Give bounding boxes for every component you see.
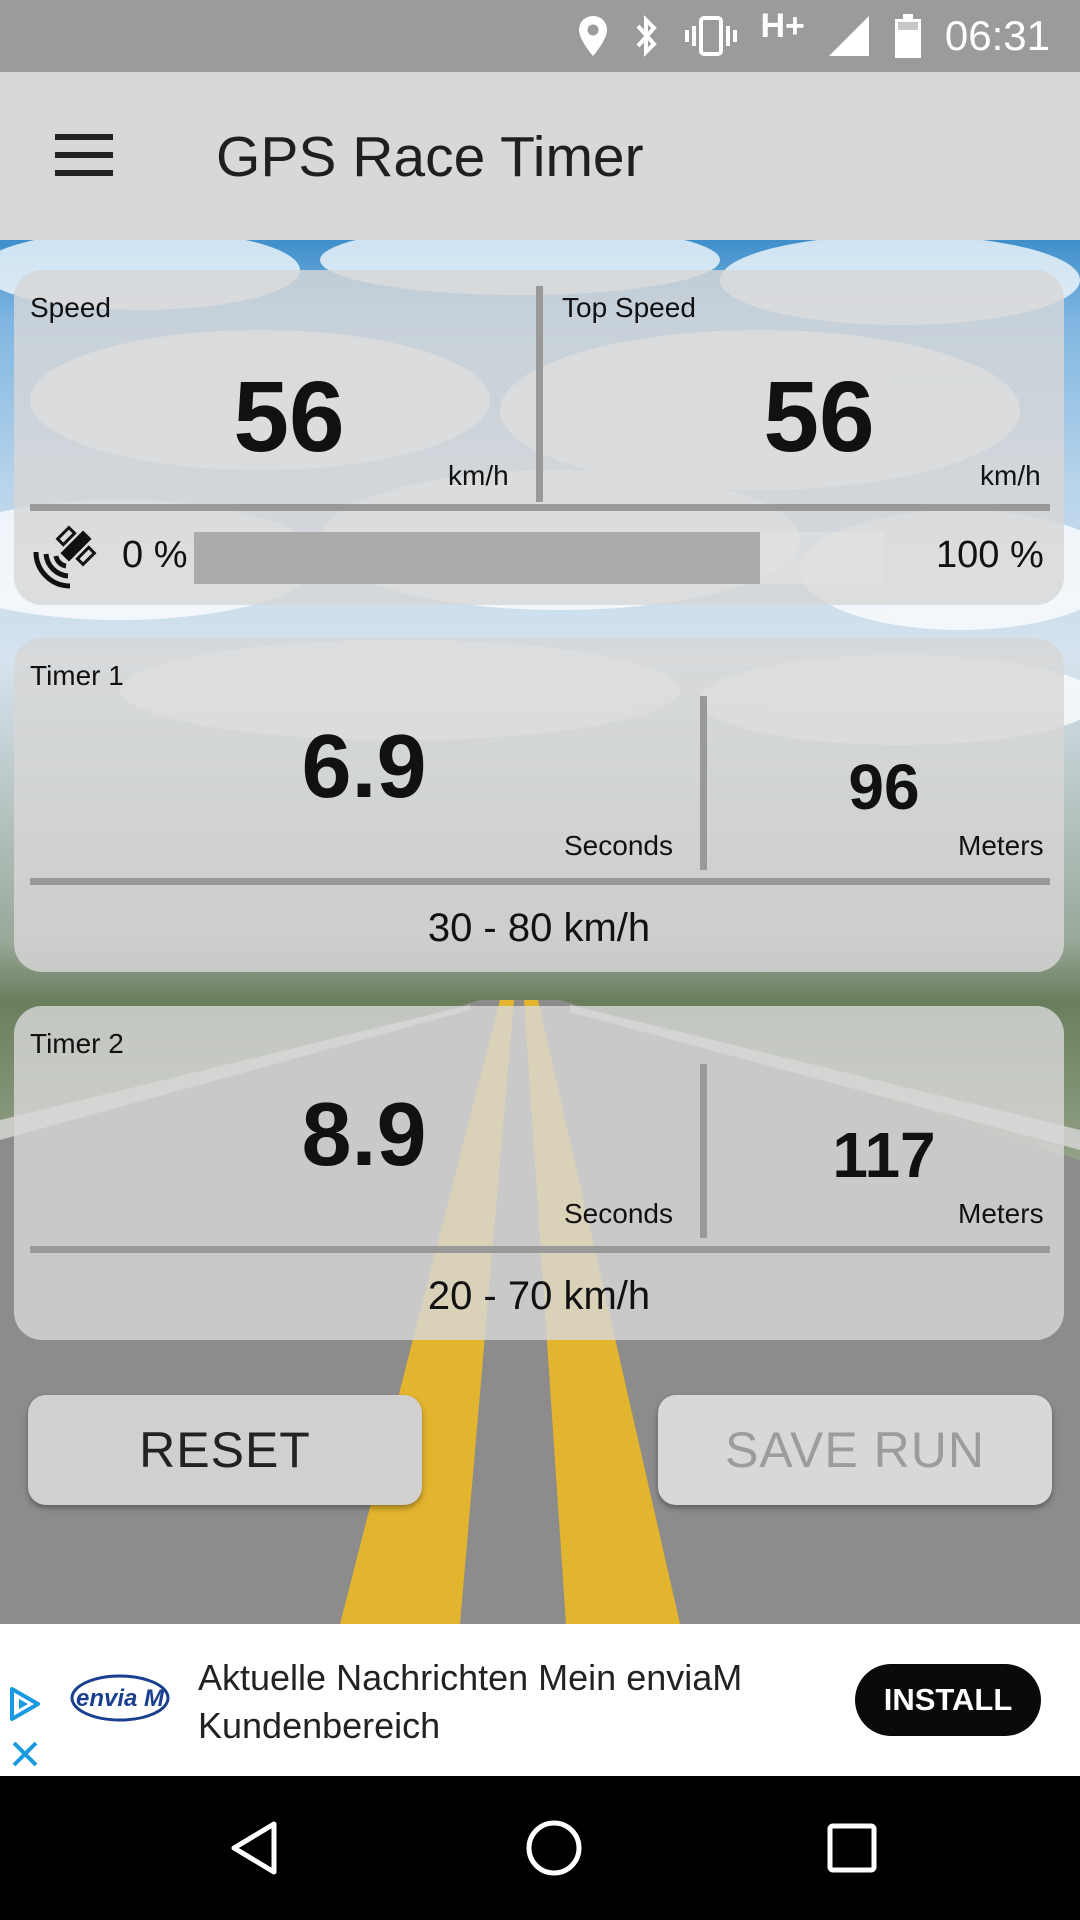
timer2-seconds-unit: Seconds xyxy=(564,1198,673,1229)
timer1-hdivider xyxy=(30,878,1050,885)
speed-unit: km/h xyxy=(448,460,509,491)
gps-accuracy-fill xyxy=(194,532,760,584)
back-icon[interactable] xyxy=(226,1818,286,1878)
speed-value: 56 xyxy=(233,361,345,473)
clock: 06:31 xyxy=(944,12,1050,59)
battery-icon xyxy=(894,14,921,58)
menu-icon[interactable] xyxy=(55,134,113,176)
gps-min-label: 0 % xyxy=(122,534,188,576)
timer2-meters-unit: Meters xyxy=(958,1198,1044,1229)
gps-accuracy-bar xyxy=(194,532,884,584)
speed-card: Speed 56 km/h Top Speed 56 km/h 0 % 100 … xyxy=(14,270,1064,605)
timer1-range: 30 - 80 km/h xyxy=(427,906,651,950)
timer2-range: 20 - 70 km/h xyxy=(427,1274,651,1318)
speed-label: Speed xyxy=(30,292,111,323)
timer1-divider xyxy=(700,696,707,870)
reset-button[interactable]: RESET xyxy=(28,1395,422,1505)
satellite-icon xyxy=(33,525,97,589)
status-bar: H+ 06:31 xyxy=(0,0,1080,72)
top-speed-value: 56 xyxy=(763,361,875,473)
bluetooth-icon xyxy=(636,15,658,57)
timer2-seconds-value: 8.9 xyxy=(301,1085,427,1185)
advertiser-logo: envia M xyxy=(70,1670,170,1726)
ad-banner[interactable]: envia M Aktuelle Nachrichten Mein enviaM… xyxy=(0,1624,1080,1776)
ad-text: Aktuelle Nachrichten Mein enviaM Kundenb… xyxy=(198,1657,743,1746)
top-speed-unit: km/h xyxy=(980,460,1041,491)
advertiser-logo-text: envia M xyxy=(76,1685,165,1712)
recents-icon[interactable] xyxy=(822,1818,882,1878)
app-bar: GPS Race Timer xyxy=(0,72,1080,240)
speed-divider xyxy=(536,286,543,502)
network-type: H+ xyxy=(760,6,805,45)
timer1-label: Timer 1 xyxy=(30,660,124,691)
close-icon[interactable] xyxy=(10,1739,40,1769)
navigation-bar xyxy=(0,1776,1080,1920)
timer2-label: Timer 2 xyxy=(30,1028,124,1059)
timer2-hdivider xyxy=(30,1246,1050,1253)
gps-max-label: 100 % xyxy=(936,534,1044,576)
timer2-meters-value: 117 xyxy=(832,1119,936,1191)
timer2-card: Timer 2 8.9 Seconds 117 Meters 20 - 70 k… xyxy=(14,1006,1064,1340)
speed-hdivider xyxy=(30,504,1050,511)
timer2-divider xyxy=(700,1064,707,1238)
top-speed-label: Top Speed xyxy=(562,292,696,323)
install-button[interactable]: INSTALL xyxy=(855,1664,1041,1736)
home-icon[interactable] xyxy=(524,1818,584,1878)
timer1-seconds-unit: Seconds xyxy=(564,830,673,861)
vibrate-icon xyxy=(685,16,738,56)
timer1-seconds-value: 6.9 xyxy=(301,717,427,817)
timer1-card: Timer 1 6.9 Seconds 96 Meters 30 - 80 km… xyxy=(14,638,1064,972)
page-title: GPS Race Timer xyxy=(216,125,644,189)
timer1-meters-value: 96 xyxy=(848,751,920,823)
timer1-meters-unit: Meters xyxy=(958,830,1044,861)
ad-choices-icon[interactable] xyxy=(8,1686,42,1722)
location-icon xyxy=(579,16,608,56)
save-run-button[interactable]: SAVE RUN xyxy=(658,1395,1052,1505)
signal-icon xyxy=(828,16,869,56)
